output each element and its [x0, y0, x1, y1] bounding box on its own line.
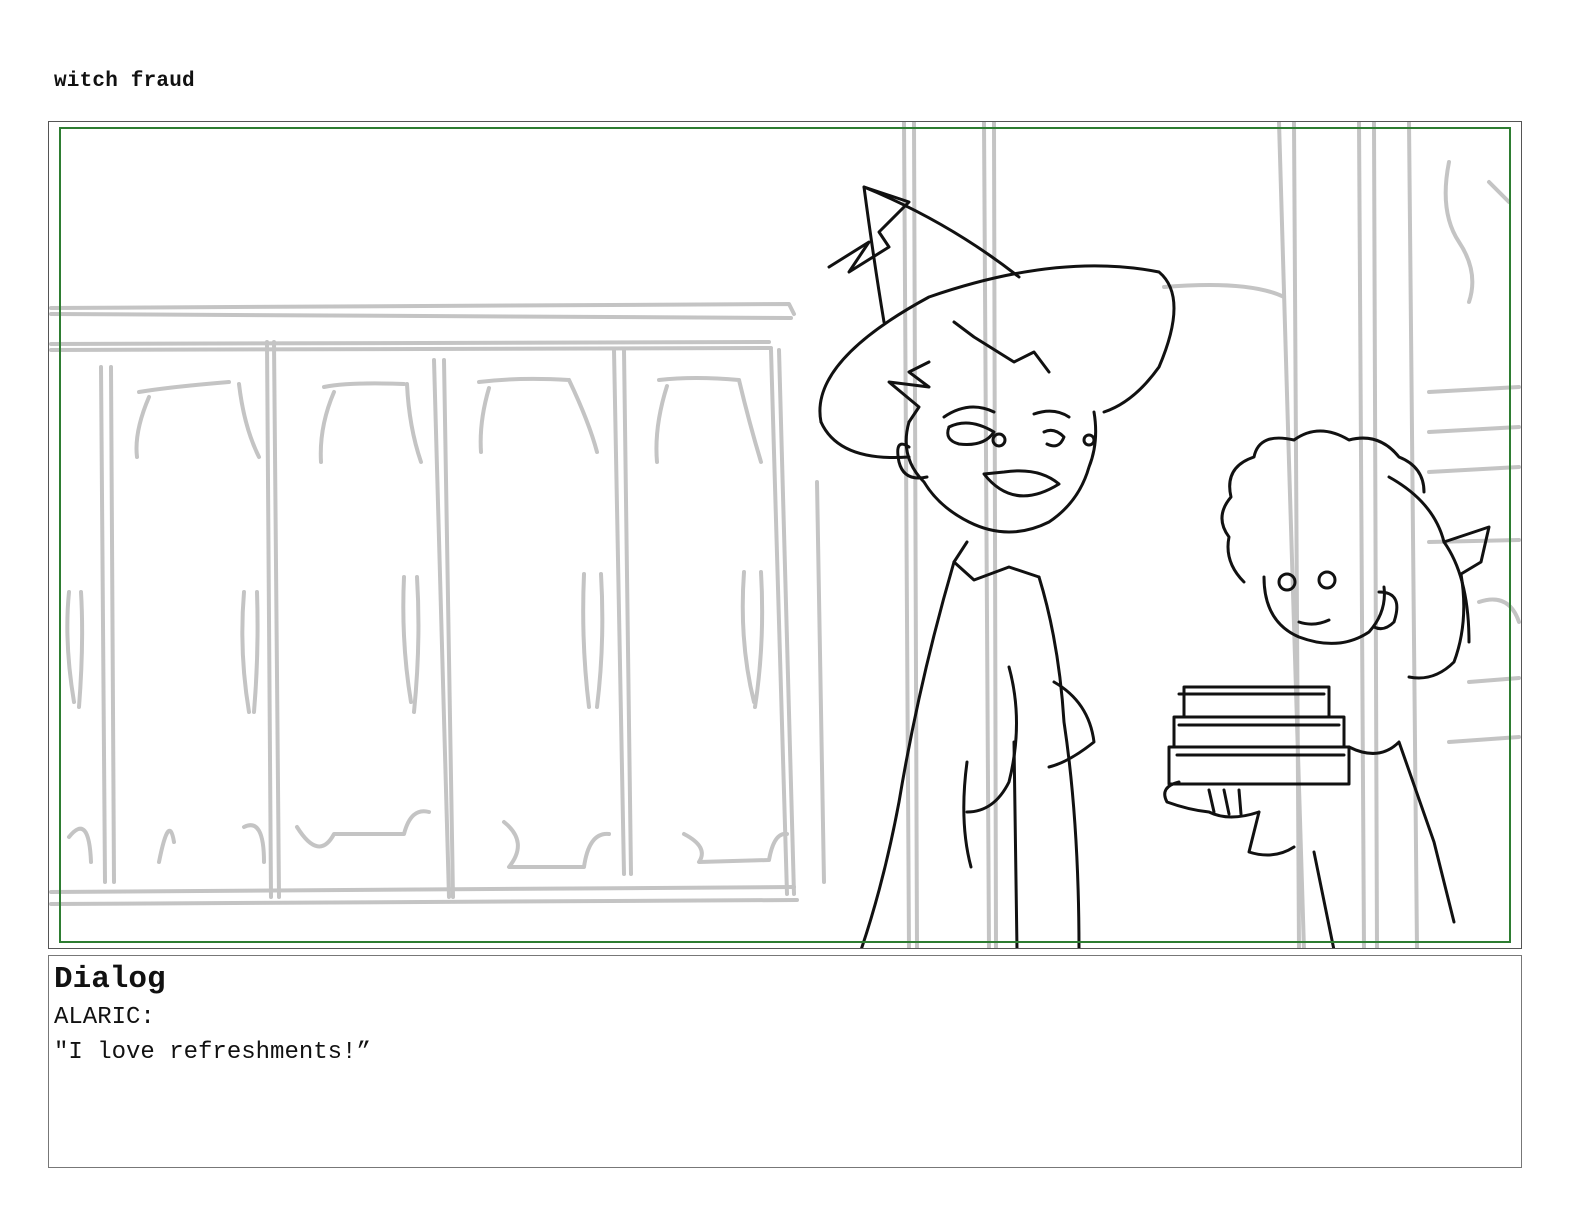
dialog-box: Dialog ALARIC: "I love refreshments!” — [48, 955, 1522, 1168]
dialog-speaker: ALARIC: — [54, 1004, 155, 1031]
safe-frame — [59, 127, 1511, 943]
dialog-text: "I love refreshments!” — [54, 1039, 371, 1066]
dialog-heading: Dialog — [54, 962, 166, 997]
page-title: witch fraud — [54, 70, 195, 93]
storyboard-panel — [48, 121, 1522, 949]
